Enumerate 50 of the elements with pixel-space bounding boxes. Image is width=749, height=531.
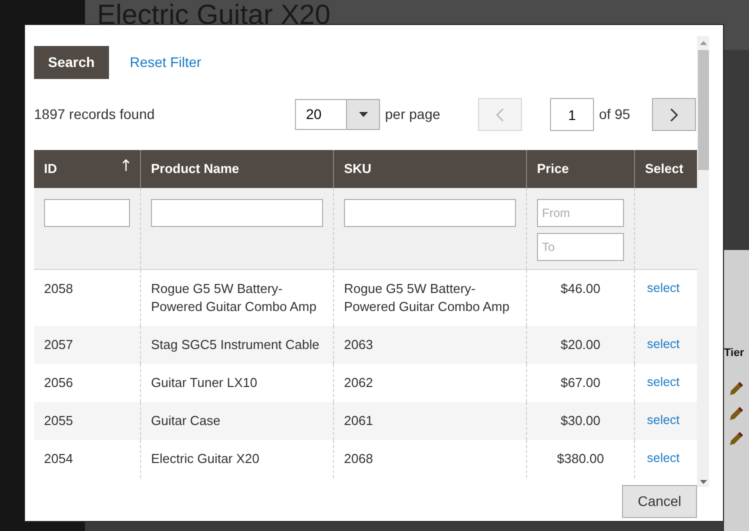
scroll-up-icon	[700, 41, 706, 45]
scroll-down-icon	[700, 480, 706, 484]
table-cell: 2056	[44, 375, 73, 390]
table-cell: 2057	[44, 337, 73, 352]
records-count: 1897 records found	[34, 105, 156, 124]
table-cell: $20.00	[560, 337, 600, 352]
sort-arrow-icon	[122, 159, 130, 172]
table-cell: 2062	[344, 375, 373, 390]
pencil-icon	[730, 406, 743, 420]
side-label: Tier	[724, 346, 745, 361]
table-cell: Guitar Tuner LX10	[151, 375, 258, 390]
filter-field[interactable]	[344, 199, 516, 227]
table-cell: 2058	[44, 281, 73, 296]
caret-icon	[358, 112, 368, 117]
table-cell: 2061	[344, 413, 373, 428]
filter-field[interactable]	[44, 199, 130, 227]
price-to-field[interactable]: To	[537, 233, 624, 261]
scrollbar-thumb[interactable]	[698, 50, 708, 170]
table-cell: $30.00	[560, 413, 600, 428]
table-cell: Rogue G5 5W Battery-Powered Guitar Combo Amp	[344, 281, 510, 314]
filter-field[interactable]	[151, 199, 323, 227]
select-link[interactable]: select	[647, 281, 680, 295]
select-link[interactable]: select	[647, 375, 680, 389]
table-cell: $67.00	[560, 375, 600, 390]
table-cell: Electric Guitar X20	[151, 451, 260, 466]
table-cell: Stag SGC5 Instrument Cable	[151, 337, 320, 352]
table-cell: 2063	[344, 337, 373, 352]
table-cell: $46.00	[560, 281, 600, 296]
table-cell: 2054	[44, 451, 73, 466]
page-number-field[interactable]: 1	[550, 98, 594, 131]
table-cell: Guitar Case	[151, 413, 220, 428]
select-link[interactable]: select	[647, 451, 680, 465]
table-cell: 2055	[44, 413, 73, 428]
next-page-button[interactable]	[652, 98, 696, 131]
pencil-icon	[730, 432, 743, 444]
table-cell: Rogue G5 5W Battery-Powered Guitar Combo Amp	[151, 281, 316, 314]
page-count: of 95	[599, 105, 632, 124]
select-link[interactable]: select	[647, 337, 680, 351]
chevron-right-icon	[670, 108, 678, 122]
per-page-label: per page	[385, 105, 442, 124]
reset-filter-link[interactable]: Reset Filter	[130, 52, 202, 73]
per-page-select[interactable]: 20	[295, 99, 380, 130]
chevron-left-icon	[496, 108, 504, 122]
table-cell: $380.00	[557, 451, 604, 466]
pencil-icon	[730, 382, 743, 394]
select-link[interactable]: select	[647, 413, 680, 427]
table-cell: 2068	[344, 451, 373, 466]
search-button[interactable]: Search	[34, 46, 109, 79]
cancel-button[interactable]: Cancel	[622, 485, 697, 518]
price-from-field[interactable]: From	[537, 199, 624, 227]
